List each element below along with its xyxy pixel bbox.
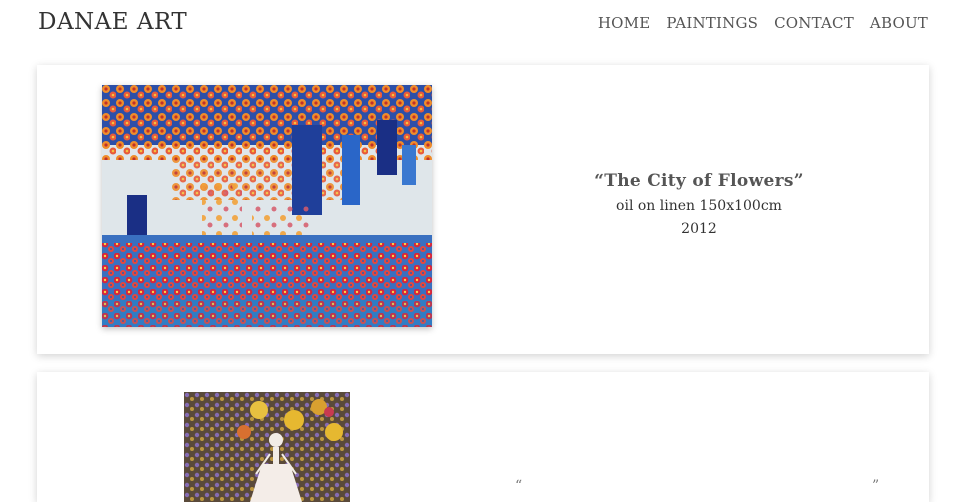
site-header: DANAE ART HOME PAINTINGS CONTACT ABOUT: [0, 0, 968, 55]
painting-title-open-quote: “: [515, 478, 523, 494]
site-logo[interactable]: DANAE ART: [38, 9, 187, 35]
painting-image-city-of-flowers[interactable]: [102, 85, 432, 327]
nav-paintings[interactable]: PAINTINGS: [666, 14, 758, 32]
nav-home[interactable]: HOME: [598, 14, 651, 32]
painting-year: 2012: [681, 221, 717, 237]
nav-about[interactable]: ABOUT: [870, 14, 928, 32]
painting-medium: oil on linen 150x100cm: [616, 198, 782, 214]
painting-title-close-quote: ”: [872, 478, 880, 494]
painting-image-second[interactable]: [184, 392, 350, 502]
painting-title: “The City of Flowers”: [594, 171, 804, 191]
painting-caption: “The City of Flowers” oil on linen 150x1…: [537, 171, 861, 241]
main-nav: HOME PAINTINGS CONTACT ABOUT: [598, 14, 928, 32]
painting-card: “ ”: [37, 372, 929, 502]
painting-card: “The City of Flowers” oil on linen 150x1…: [37, 65, 929, 354]
nav-contact[interactable]: CONTACT: [774, 14, 854, 32]
